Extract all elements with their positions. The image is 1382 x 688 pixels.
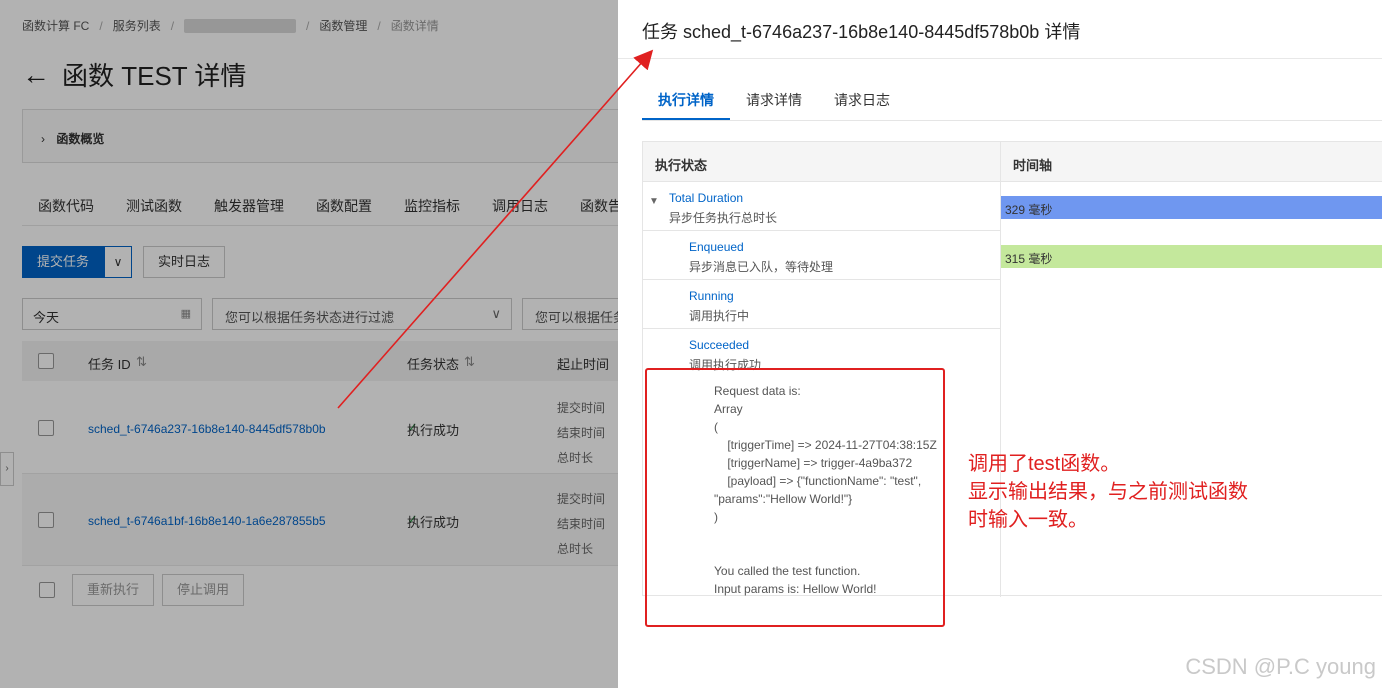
date-filter-value: 今天 — [33, 310, 60, 325]
rerun-button[interactable]: 重新执行 — [72, 574, 154, 606]
drawer-title: 任务 sched_t-6746a237-16b8e140-8445df578b0… — [642, 22, 1081, 42]
state-name: Succeeded — [689, 338, 750, 352]
function-overview-collapse[interactable]: › 函数概览 — [22, 109, 618, 163]
breadcrumb-separator: / — [377, 18, 381, 33]
status-filter-select[interactable]: 您可以根据任务状态进行过滤 ∨ — [212, 298, 512, 330]
breadcrumb-item[interactable]: 服务列表 — [113, 17, 161, 34]
tab-test-function[interactable]: 测试函数 — [110, 186, 198, 225]
state-desc: 调用执行中 — [689, 309, 750, 323]
timeline-bar-enqueued: 315 毫秒 — [1001, 245, 1382, 268]
table-row: sched_t-6746a237-16b8e140-8445df578b0b ✓… — [22, 382, 618, 474]
tab-function-code[interactable]: 函数代码 — [22, 186, 110, 225]
column-task-id: 任务 ID — [88, 357, 131, 372]
end-time-label: 结束时间 — [557, 517, 606, 531]
state-name: Running — [689, 289, 734, 303]
page-title-text: 函数 TEST 详情 — [62, 61, 247, 91]
watermark: CSDN @P.C young — [1185, 654, 1376, 679]
output-highlight-box — [645, 368, 945, 627]
background-page: 函数计算 FC / 服务列表 / / 函数管理 / 函数详情 ← 函数 TEST… — [0, 0, 618, 688]
task-id-link[interactable]: sched_t-6746a237-16b8e140-8445df578b0b — [88, 422, 326, 436]
breadcrumb-separator: / — [170, 18, 175, 33]
tab-request-details[interactable]: 请求详情 — [730, 80, 818, 120]
annotation-line: 时输入一致。 — [968, 509, 1088, 531]
tab-function-alerts[interactable]: 函数告 — [564, 186, 618, 225]
back-arrow-icon[interactable]: ← — [22, 59, 50, 91]
breadcrumb-item: 函数详情 — [390, 19, 439, 33]
footer-select-all-checkbox[interactable] — [39, 582, 55, 598]
drawer-tabs: 执行详情 请求详情 请求日志 — [642, 80, 1382, 121]
blurred-service-name — [184, 18, 297, 33]
state-name: Enqueued — [689, 240, 744, 254]
state-row-total: ▼ Total Duration 异步任务执行总时长 — [643, 182, 1000, 231]
sort-icon[interactable]: ⇅ — [136, 354, 147, 370]
annotation-note: 调用了test函数。 显示输出结果，与之前测试函数 时输入一致。 — [968, 450, 1248, 534]
breadcrumb-separator: / — [99, 18, 103, 33]
submit-task-button[interactable]: 提交任务 — [22, 246, 104, 278]
table-row: sched_t-6746a1bf-16b8e140-1a6e287855b5 ✓… — [22, 474, 618, 566]
side-expand-handle[interactable]: › — [0, 452, 14, 486]
timeline-bar-label: 315 毫秒 — [1005, 252, 1053, 266]
tab-execution-details[interactable]: 执行详情 — [642, 80, 730, 120]
duration-label: 总时长 — [557, 542, 594, 556]
tab-request-logs[interactable]: 请求日志 — [818, 80, 906, 120]
calendar-icon: ▦ — [180, 308, 191, 320]
annotation-line: 调用了test函数。 — [968, 453, 1121, 475]
state-row-running: Running 调用执行中 — [643, 280, 1000, 329]
tab-trigger-management[interactable]: 触发器管理 — [198, 186, 300, 225]
execution-table-header: 执行状态 时间轴 — [643, 142, 1382, 182]
page-title: ← 函数 TEST 详情 — [22, 56, 246, 93]
status-filter-placeholder-2: 您可以根据任务 — [535, 310, 618, 325]
submit-time-label: 提交时间 — [557, 401, 606, 415]
chevron-down-icon: ∨ — [491, 306, 501, 321]
duration-label: 总时长 — [557, 451, 594, 465]
chevron-right-icon: › — [5, 463, 9, 474]
state-desc: 异步任务执行总时长 — [669, 211, 778, 225]
annotation-line: 显示输出结果，与之前测试函数 — [968, 481, 1248, 503]
breadcrumb-item[interactable]: 函数管理 — [319, 17, 367, 34]
breadcrumb-separator: / — [306, 18, 310, 33]
status-filter-select-2[interactable]: 您可以根据任务 — [522, 298, 618, 330]
tab-monitoring[interactable]: 监控指标 — [388, 186, 476, 225]
status-text: 执行成功 — [407, 423, 460, 438]
tab-function-config[interactable]: 函数配置 — [300, 186, 388, 225]
task-table-header: 任务 ID ⇅ 任务状态 ⇅ 起止时间 — [22, 341, 618, 381]
breadcrumb: 函数计算 FC / 服务列表 / / 函数管理 / 函数详情 — [22, 17, 439, 34]
column-time-range: 起止时间 — [557, 357, 610, 372]
state-desc: 异步消息已入队，等待处理 — [689, 260, 834, 274]
status-filter-placeholder: 您可以根据任务状态进行过滤 — [225, 310, 395, 325]
function-tabs: 函数代码 测试函数 触发器管理 函数配置 监控指标 调用日志 函数告 — [22, 186, 618, 226]
task-id-link[interactable]: sched_t-6746a1bf-16b8e140-1a6e287855b5 — [88, 514, 326, 528]
submit-time-label: 提交时间 — [557, 492, 606, 506]
column-task-status: 任务状态 — [407, 357, 460, 372]
date-filter[interactable]: 今天 ▦ — [22, 298, 202, 330]
column-timeline: 时间轴 — [1013, 158, 1053, 173]
chevron-down-icon: ∨ — [113, 255, 123, 269]
breadcrumb-item[interactable]: 函数计算 FC — [22, 17, 89, 34]
end-time-label: 结束时间 — [557, 426, 606, 440]
collapse-triangle-icon[interactable]: ▼ — [649, 196, 659, 207]
status-text: 执行成功 — [407, 515, 460, 530]
realtime-log-button[interactable]: 实时日志 — [143, 246, 225, 278]
state-name: Total Duration — [669, 191, 744, 205]
state-row-enqueued: Enqueued 异步消息已入队，等待处理 — [643, 231, 1000, 280]
select-all-checkbox[interactable] — [38, 353, 54, 369]
row-checkbox[interactable] — [38, 420, 54, 436]
chevron-right-icon: › — [41, 132, 45, 146]
divider — [618, 58, 1382, 59]
sort-icon[interactable]: ⇅ — [464, 354, 475, 370]
submit-dropdown-button[interactable]: ∨ — [104, 246, 132, 278]
column-execution-state: 执行状态 — [655, 158, 708, 173]
row-checkbox[interactable] — [38, 512, 54, 528]
stop-invocation-button[interactable]: 停止调用 — [162, 574, 244, 606]
timeline-bar-total: 329 毫秒 — [1001, 196, 1382, 219]
tab-invocation-logs[interactable]: 调用日志 — [476, 186, 564, 225]
overview-label: 函数概览 — [56, 132, 105, 146]
timeline-bar-label: 329 毫秒 — [1005, 203, 1053, 217]
